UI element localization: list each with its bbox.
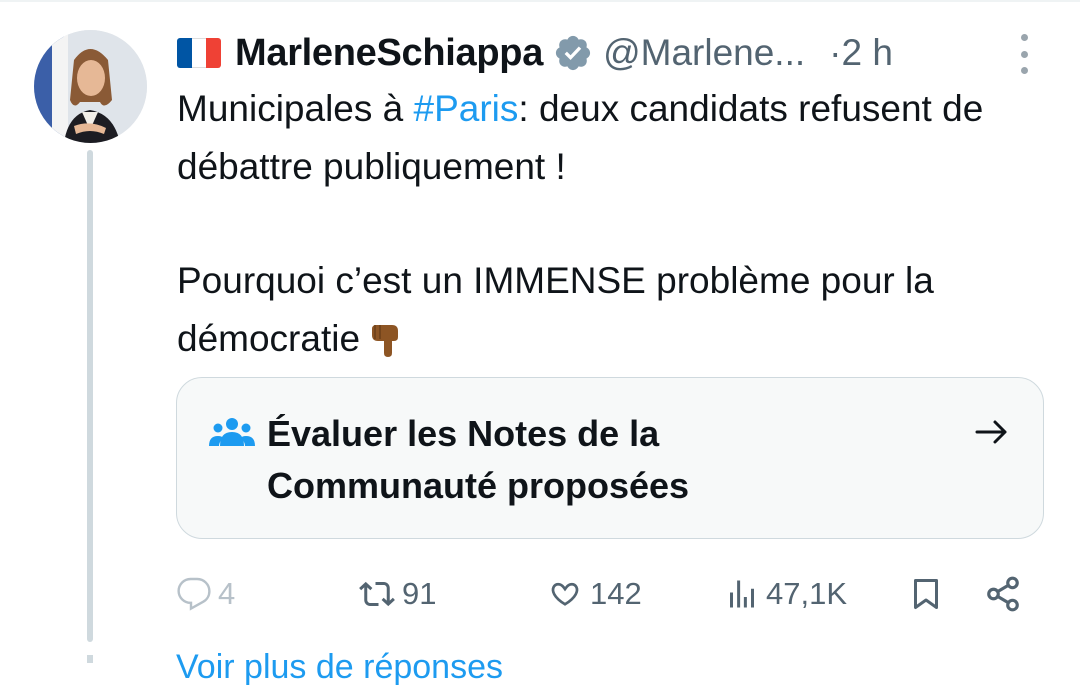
more-options-icon[interactable] xyxy=(1012,34,1036,74)
tweet-text: Municipales à #Paris: deux candidats ref… xyxy=(177,80,1057,376)
tweet-timestamp[interactable]: ·2 h xyxy=(829,32,893,74)
tweet-text-segment: Pourquoi c’est un IMMENSE problème pour … xyxy=(177,260,934,359)
top-divider xyxy=(0,0,1080,2)
reply-icon xyxy=(177,577,211,611)
retweet-button[interactable]: 91 xyxy=(358,566,436,622)
share-button[interactable] xyxy=(984,566,1022,622)
community-notes-card[interactable]: Évaluer les Notes de la Communauté propo… xyxy=(176,377,1044,539)
timestamp-value: 2 h xyxy=(841,32,893,73)
retweet-icon xyxy=(359,581,395,607)
bookmark-icon xyxy=(914,579,938,609)
heart-icon xyxy=(551,582,579,606)
verified-badge-icon[interactable] xyxy=(553,33,593,73)
hashtag-link[interactable]: #Paris xyxy=(414,88,519,129)
author-display-name[interactable]: MarleneSchiappa xyxy=(235,32,543,75)
reply-button[interactable]: 4 xyxy=(176,566,235,622)
reply-count: 4 xyxy=(218,576,236,611)
tweet-header: MarleneSchiappa @Marlene... ·2 h xyxy=(177,28,893,78)
arrow-right-icon xyxy=(975,420,1007,444)
tweet-actions: 4 91 142 47,1K xyxy=(176,566,1036,622)
thread-connector-continued xyxy=(87,655,93,663)
thread-connector xyxy=(87,150,93,642)
france-flag-icon xyxy=(177,38,221,68)
analytics-icon xyxy=(730,580,754,608)
bookmark-button[interactable] xyxy=(908,566,944,622)
views-button[interactable]: 47,1K xyxy=(724,566,847,622)
people-icon xyxy=(209,418,255,446)
tweet-paragraph-1: Municipales à #Paris: deux candidats ref… xyxy=(177,80,1057,196)
retweet-count: 91 xyxy=(402,576,437,611)
backhand-index-pointing-down-icon xyxy=(366,318,406,376)
timestamp-separator: · xyxy=(829,32,842,73)
like-count: 142 xyxy=(590,576,642,611)
avatar-image xyxy=(34,30,147,143)
community-notes-label: Évaluer les Notes de la Communauté propo… xyxy=(267,413,690,506)
tweet-paragraph-2: Pourquoi c’est un IMMENSE problème pour … xyxy=(177,252,1057,376)
like-button[interactable]: 142 xyxy=(546,566,642,622)
tweet-text-segment: Municipales à xyxy=(177,88,414,129)
show-more-replies-link[interactable]: Voir plus de réponses xyxy=(176,648,503,687)
views-count: 47,1K xyxy=(766,576,848,611)
share-icon xyxy=(987,576,1019,612)
author-handle[interactable]: @Marlene... xyxy=(603,32,805,74)
avatar[interactable] xyxy=(34,30,147,143)
